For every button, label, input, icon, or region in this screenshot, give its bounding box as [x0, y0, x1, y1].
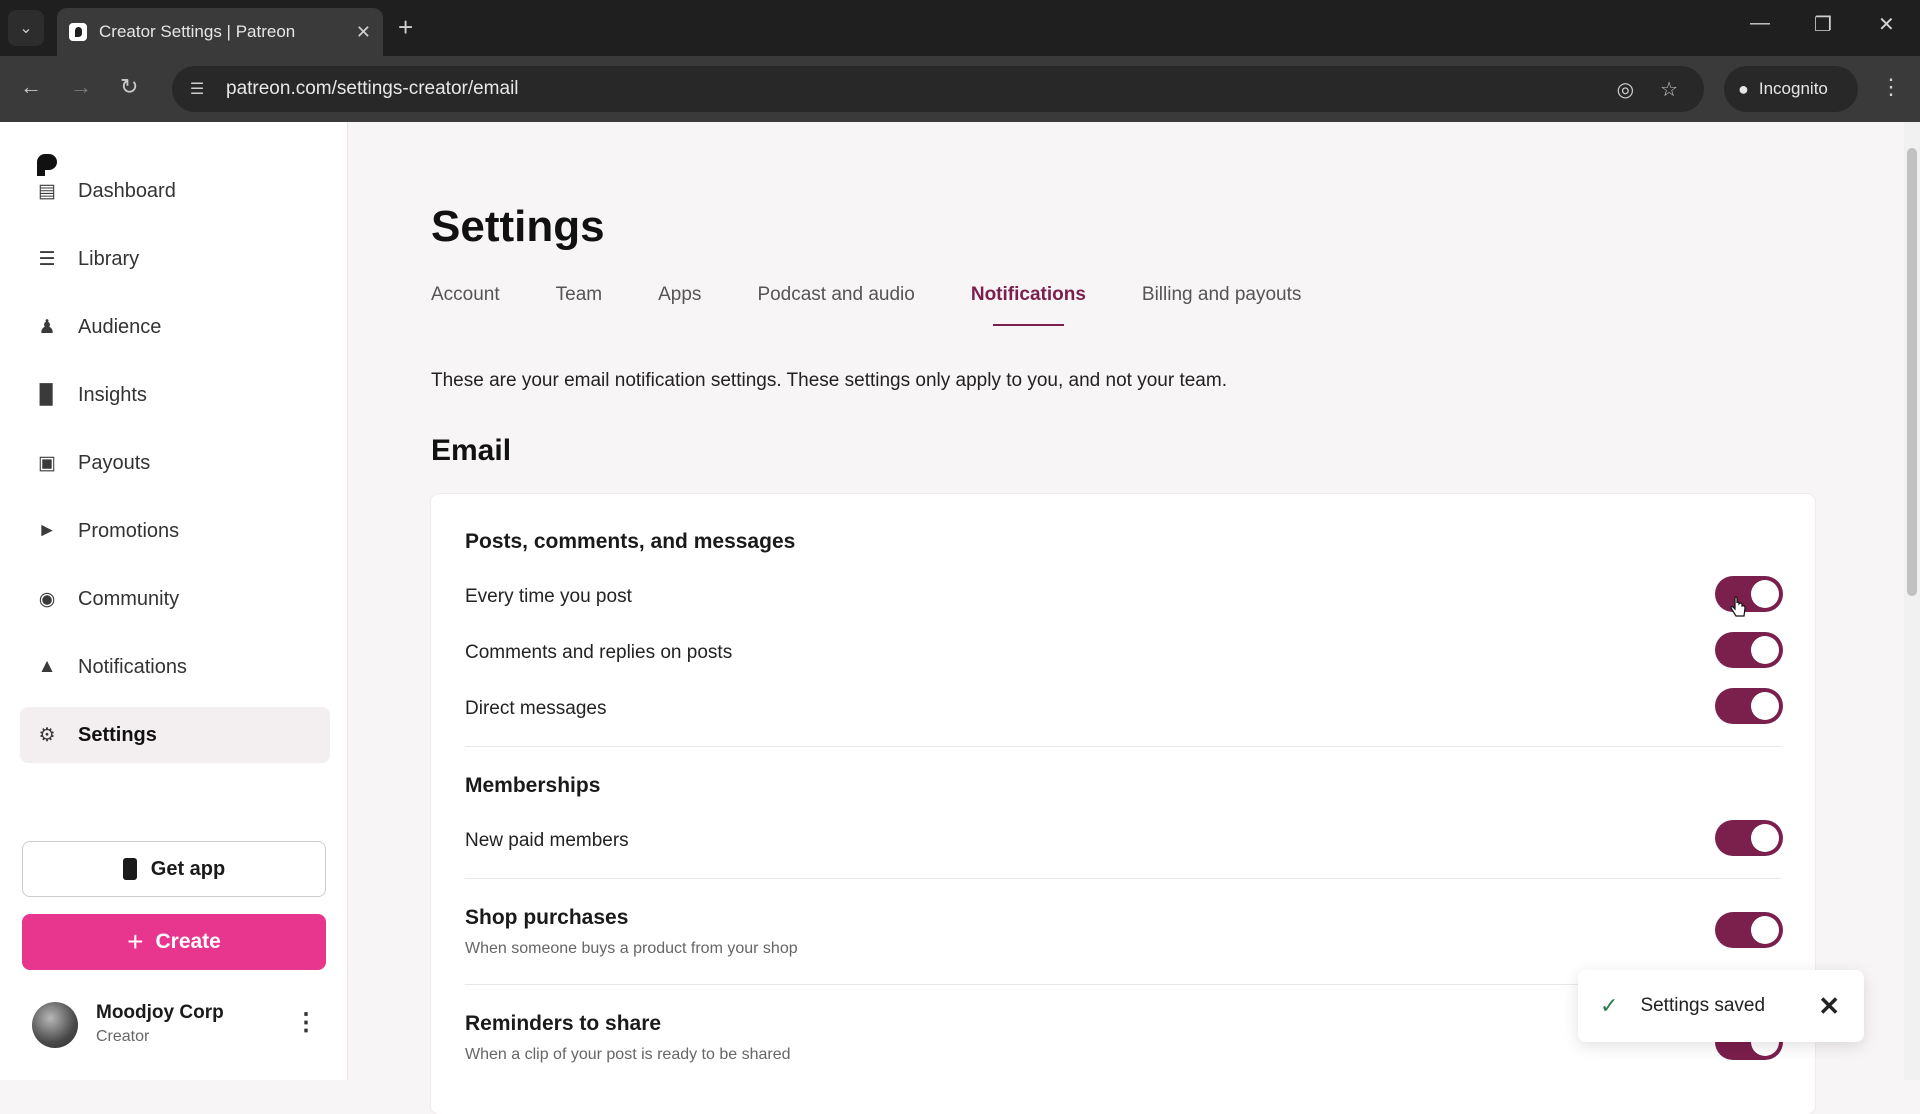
browser-tab-bar: ⌄ Creator Settings | Patreon ✕ + — ❐ ✕ [0, 0, 1920, 56]
close-icon[interactable]: ✕ [1818, 991, 1840, 1022]
toggle-shop-purchases[interactable] [1715, 912, 1783, 948]
reload-icon[interactable]: ↻ [120, 74, 138, 100]
payouts-icon: ▣ [38, 452, 56, 474]
sidebar-item-label: Notifications [78, 655, 187, 678]
sidebar-item-label: Library [78, 247, 140, 270]
sidebar-item-settings[interactable]: ⚙ Settings [20, 707, 330, 763]
sidebar-item-label: Audience [78, 315, 162, 338]
sidebar-item-dashboard[interactable]: ▤ Dashboard [20, 163, 330, 219]
scrollbar-thumb[interactable] [1907, 148, 1917, 596]
row-label-direct-messages: Direct messages [465, 698, 607, 719]
incognito-icon: ● [1738, 78, 1749, 99]
page-title: Settings [431, 202, 605, 251]
toast-message: Settings saved [1640, 995, 1766, 1016]
avatar[interactable] [32, 1002, 78, 1048]
toggle-direct-messages[interactable] [1715, 688, 1783, 724]
minimize-icon[interactable]: — [1750, 12, 1770, 35]
group-title-shop-purchases: Shop purchases [465, 906, 629, 929]
intro-text: These are your email notification settin… [431, 370, 1227, 391]
profile-role: Creator [96, 1028, 150, 1045]
toggle-every-post[interactable] [1715, 576, 1783, 612]
browser-menu-icon[interactable]: ⋮ [1880, 74, 1902, 100]
gear-icon: ⚙ [38, 724, 56, 746]
sidebar-item-label: Dashboard [78, 179, 176, 202]
get-app-button[interactable]: Get app [22, 841, 326, 897]
forward-icon[interactable]: → [70, 74, 92, 100]
browser-tab[interactable]: Creator Settings | Patreon ✕ [57, 8, 383, 56]
sidebar-item-label: Payouts [78, 451, 151, 474]
bell-icon: ▲ [37, 656, 57, 677]
url-text[interactable]: patreon.com/settings-creator/email [226, 78, 1617, 100]
group-title-memberships: Memberships [465, 774, 601, 797]
address-bar[interactable]: ☰ patreon.com/settings-creator/email ◎ ☆ [172, 66, 1704, 112]
tab-billing-and-payouts[interactable]: Billing and payouts [1142, 284, 1302, 326]
tab-podcast-and-audio[interactable]: Podcast and audio [757, 284, 914, 326]
sidebar: ▤ Dashboard ☰ Library ♟ Audience ▉ Insig… [0, 122, 348, 1080]
browser-toolbar: ← → ↻ ☰ patreon.com/settings-creator/ema… [0, 56, 1920, 122]
tab-apps[interactable]: Apps [658, 284, 701, 326]
star-icon[interactable]: ☆ [1660, 77, 1678, 102]
get-app-label: Get app [150, 857, 226, 880]
tab-list-button[interactable]: ⌄ [8, 10, 44, 46]
window-close-icon[interactable]: ✕ [1878, 12, 1895, 37]
row-label-every-post: Every time you post [465, 586, 632, 607]
new-tab-button[interactable]: + [398, 14, 413, 40]
sidebar-item-payouts[interactable]: ▣ Payouts [20, 435, 330, 491]
tab-notifications[interactable]: Notifications [971, 284, 1086, 326]
sidebar-item-label: Settings [78, 723, 157, 746]
divider [465, 746, 1781, 747]
dashboard-icon: ▤ [38, 180, 56, 202]
sidebar-item-library[interactable]: ☰ Library [20, 231, 330, 287]
restore-icon[interactable]: ❐ [1814, 12, 1832, 37]
hand-cursor-icon [1730, 596, 1746, 617]
plus-icon: + [127, 926, 144, 957]
profile-card[interactable]: Moodjoy Corp Creator ⋮ [32, 1000, 332, 1052]
create-button[interactable]: + Create [22, 914, 326, 970]
settings-saved-toast: ✓ Settings saved ✕ [1578, 970, 1864, 1042]
insights-icon: ▉ [39, 384, 55, 406]
toggle-new-paid-members[interactable] [1715, 820, 1783, 856]
eye-off-icon[interactable]: ◎ [1617, 77, 1634, 102]
incognito-label: Incognito [1758, 79, 1828, 98]
chevron-down-icon: ⌄ [19, 20, 33, 37]
section-title-email: Email [431, 434, 512, 467]
group-title-posts: Posts, comments, and messages [465, 530, 796, 553]
main-content: Settings Account Team Apps Podcast and a… [349, 122, 1904, 1114]
tab-title: Creator Settings | Patreon [99, 22, 296, 41]
community-icon: ◉ [38, 588, 56, 610]
group-title-reminders: Reminders to share [465, 1012, 662, 1035]
tab-account[interactable]: Account [431, 284, 500, 326]
phone-icon [122, 858, 137, 880]
patreon-favicon-icon [69, 23, 87, 41]
sidebar-item-label: Community [78, 587, 180, 610]
incognito-badge[interactable]: ● Incognito [1724, 66, 1858, 112]
more-options-icon[interactable]: ⋮ [294, 1008, 318, 1037]
sidebar-item-community[interactable]: ◉ Community [20, 571, 330, 627]
check-icon: ✓ [1600, 993, 1619, 1018]
reminders-subtitle: When a clip of your post is ready to be … [465, 1046, 791, 1063]
close-tab-icon[interactable]: ✕ [356, 22, 371, 43]
sidebar-item-notifications[interactable]: ▲ Notifications [20, 639, 330, 695]
tab-team[interactable]: Team [556, 284, 602, 326]
sidebar-item-promotions[interactable]: ► Promotions [20, 503, 330, 559]
audience-icon: ♟ [38, 316, 56, 338]
row-label-comments: Comments and replies on posts [465, 642, 733, 663]
site-info-icon[interactable]: ☰ [186, 78, 208, 100]
sidebar-item-label: Promotions [78, 519, 180, 542]
sidebar-item-label: Insights [78, 383, 147, 406]
settings-tabs: Account Team Apps Podcast and audio Noti… [431, 284, 1357, 326]
sidebar-item-audience[interactable]: ♟ Audience [20, 299, 330, 355]
back-icon[interactable]: ← [20, 74, 42, 100]
profile-name: Moodjoy Corp [96, 1002, 224, 1023]
toggle-comments[interactable] [1715, 632, 1783, 668]
promotions-icon: ► [37, 520, 57, 541]
library-icon: ☰ [38, 248, 56, 270]
sidebar-item-insights[interactable]: ▉ Insights [20, 367, 330, 423]
row-label-new-paid-members: New paid members [465, 830, 629, 851]
create-label: Create [155, 930, 221, 953]
shop-purchases-subtitle: When someone buys a product from your sh… [465, 940, 798, 957]
divider [465, 878, 1781, 879]
